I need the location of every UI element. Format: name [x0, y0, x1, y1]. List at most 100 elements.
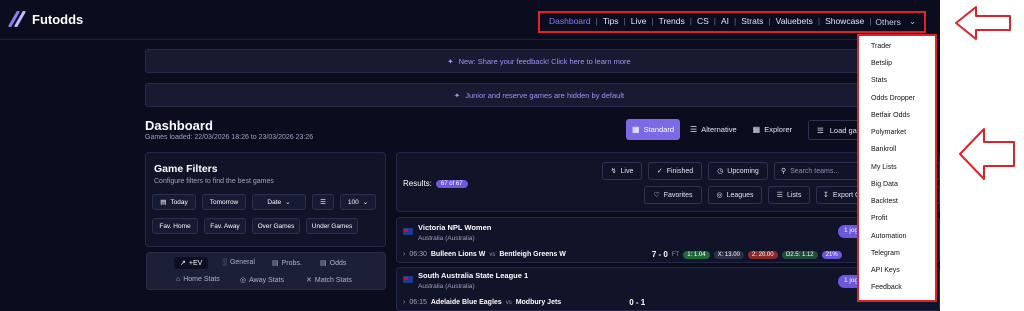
list-icon: ☰ [776, 192, 783, 199]
heart-icon: ♡ [653, 192, 660, 199]
home-team: Adelaide Blue Eagles [430, 299, 502, 306]
menu-item-stats[interactable]: Stats [871, 77, 887, 84]
tab-general[interactable]: ░ General [222, 259, 255, 266]
today-button[interactable]: ▤ Today [152, 194, 196, 210]
match-score: 7 - 0 [651, 250, 668, 259]
odds-over25: O2.5: 1.12 [781, 250, 818, 259]
tab-odds[interactable]: ▤ Odds [320, 259, 346, 268]
match-time: 06:15 [409, 299, 427, 306]
match-row[interactable]: › 06:30 Bulleen Lions W vs Bentleigh Gre… [403, 250, 842, 259]
menu-item-feedback[interactable]: Feedback [871, 284, 902, 291]
away-team: Bentleigh Greens W [499, 251, 566, 258]
bar-chart-icon: ░ [222, 259, 227, 266]
results-label: Results: [403, 179, 432, 188]
home-icon: ⌂ [176, 276, 181, 283]
tab-away-stats[interactable]: ◎ Away Stats [240, 276, 284, 285]
league-name[interactable]: Victoria NPL Women [418, 223, 491, 232]
finished-filter-button[interactable]: ✓ Finished [648, 162, 702, 180]
league-name[interactable]: South Australia State League 1 [418, 271, 528, 280]
flag-icon [403, 276, 413, 283]
odds-away: 2: 20.00 [747, 250, 778, 259]
menu-item-big-data[interactable]: Big Data [871, 181, 898, 188]
left-arrow-annotation-icon [955, 6, 1011, 40]
menu-item-backtest[interactable]: Backtest [871, 198, 898, 205]
value-percentage: 21% [821, 250, 842, 259]
count-select[interactable]: 100 ⌄ [340, 194, 376, 210]
grid-icon: ▦ [632, 125, 640, 134]
cross-icon: ✕ [306, 277, 312, 284]
tab-probs[interactable]: ▤ Probs. [272, 259, 302, 268]
menu-item-polymarket[interactable]: Polymarket [871, 129, 906, 136]
chevron-down-icon: ⌄ [362, 199, 369, 206]
trend-up-icon: ↗ [180, 260, 186, 267]
menu-item-odds-dropper[interactable]: Odds Dropper [871, 95, 915, 102]
nav-ai[interactable]: AI [716, 16, 734, 26]
results-count-badge: 67 of 67 [435, 179, 468, 188]
page-title: Dashboard [145, 118, 213, 133]
top-bar: Futodds Dashboard | Tips | Live | Trends | C… [0, 0, 940, 40]
list-icon: ☰ [817, 125, 824, 135]
download-icon: ↧ [823, 192, 829, 199]
league-country: Australia (Australia) [418, 235, 475, 242]
menu-item-betslip[interactable]: Betslip [871, 60, 892, 67]
upcoming-filter-button[interactable]: ◷ Upcoming [708, 162, 768, 180]
lists-button[interactable]: ☰ Lists [768, 186, 810, 204]
chevron-right-icon: › [403, 251, 406, 258]
sparkle-icon: ✦ [447, 56, 454, 66]
filter-sliders-button[interactable]: ☰ [312, 194, 334, 210]
menu-item-betfair-odds[interactable]: Betfair Odds [871, 112, 910, 119]
nav-highlight-box: Dashboard | Tips | Live | Trends | CS | AI | S… [538, 11, 926, 33]
nav-trends[interactable]: Trends [654, 16, 690, 26]
menu-item-bankroll[interactable]: Bankroll [871, 146, 896, 153]
tomorrow-button[interactable]: Tomorrow [202, 194, 246, 210]
fav-away-button[interactable]: Fav. Away [204, 218, 246, 234]
calendar-icon: ▤ [160, 199, 167, 206]
games-loaded-text: Games loaded: 22/03/2026 18:26 to 23/03/… [145, 134, 314, 141]
others-label: Others [875, 16, 901, 27]
bolt-icon: ↯ [610, 168, 617, 175]
home-team: Bulleen Lions W [430, 251, 486, 258]
app-title: Futodds [32, 11, 84, 27]
sparkle-icon: ✦ [453, 90, 461, 100]
menu-item-automation[interactable]: Automation [871, 233, 906, 240]
nav-cs[interactable]: CS [692, 16, 714, 26]
feedback-banner[interactable]: ✦ New: Share your feedback! Click here t… [145, 49, 933, 73]
tab-standard[interactable]: ▦ Standard [626, 119, 681, 140]
match-row[interactable]: › 06:15 Adelaide Blue Eagles vs Modbury … [403, 298, 645, 307]
over-games-button[interactable]: Over Games [252, 218, 300, 234]
date-select[interactable]: Date ⌄ [252, 194, 306, 210]
leagues-button[interactable]: ◎ Leagues [708, 186, 762, 204]
others-menu-button[interactable]: Others ⌄ [875, 16, 916, 27]
tab-alternative[interactable]: ☰ Alternative [684, 119, 743, 140]
feedback-banner-text: New: Share your feedback! Click here to … [458, 56, 631, 66]
tab-explorer[interactable]: ▦ Explorer [747, 119, 799, 140]
live-filter-button[interactable]: ↯ Live [602, 162, 642, 180]
nav-tips[interactable]: Tips [598, 16, 624, 26]
menu-item-profit[interactable]: Profit [871, 215, 887, 222]
nav-showcase[interactable]: Showcase [820, 16, 869, 26]
nav-live[interactable]: Live [626, 16, 652, 26]
tab-match-stats[interactable]: ✕ Match Stats [306, 276, 352, 285]
junior-banner-text: Junior and reserve games are hidden by d… [465, 90, 625, 100]
nav-valuebets[interactable]: Valuebets [771, 16, 818, 26]
nav-dashboard[interactable]: Dashboard [544, 16, 596, 26]
nav-strats[interactable]: Strats [736, 16, 768, 26]
chevron-down-icon: ⌄ [908, 16, 916, 26]
doc-icon: ▤ [272, 260, 279, 267]
menu-item-trader[interactable]: Trader [871, 43, 891, 50]
fav-home-button[interactable]: Fav. Home [152, 218, 198, 234]
menu-item-telegram[interactable]: Telegram [871, 250, 900, 257]
favorites-button[interactable]: ♡ Favorites [644, 186, 702, 204]
results-summary: Results: 67 of 67 [403, 179, 468, 188]
under-games-button[interactable]: Under Games [306, 218, 358, 234]
game-filters-subtitle: Configure filters to find the best games [154, 178, 274, 185]
match-time: 06:30 [409, 251, 427, 258]
app-window: Futodds Dashboard | Tips | Live | Trends | C… [0, 0, 940, 311]
logo[interactable]: Futodds [8, 11, 83, 27]
vs-label: vs [489, 251, 496, 258]
tab-home-stats[interactable]: ⌂ Home Stats [176, 276, 220, 283]
tab-ev[interactable]: ↗ +EV [174, 257, 209, 269]
away-team: Modbury Jets [515, 299, 562, 306]
menu-item-api-keys[interactable]: API Keys [871, 267, 900, 274]
menu-item-my-lists[interactable]: My Lists [871, 164, 897, 171]
